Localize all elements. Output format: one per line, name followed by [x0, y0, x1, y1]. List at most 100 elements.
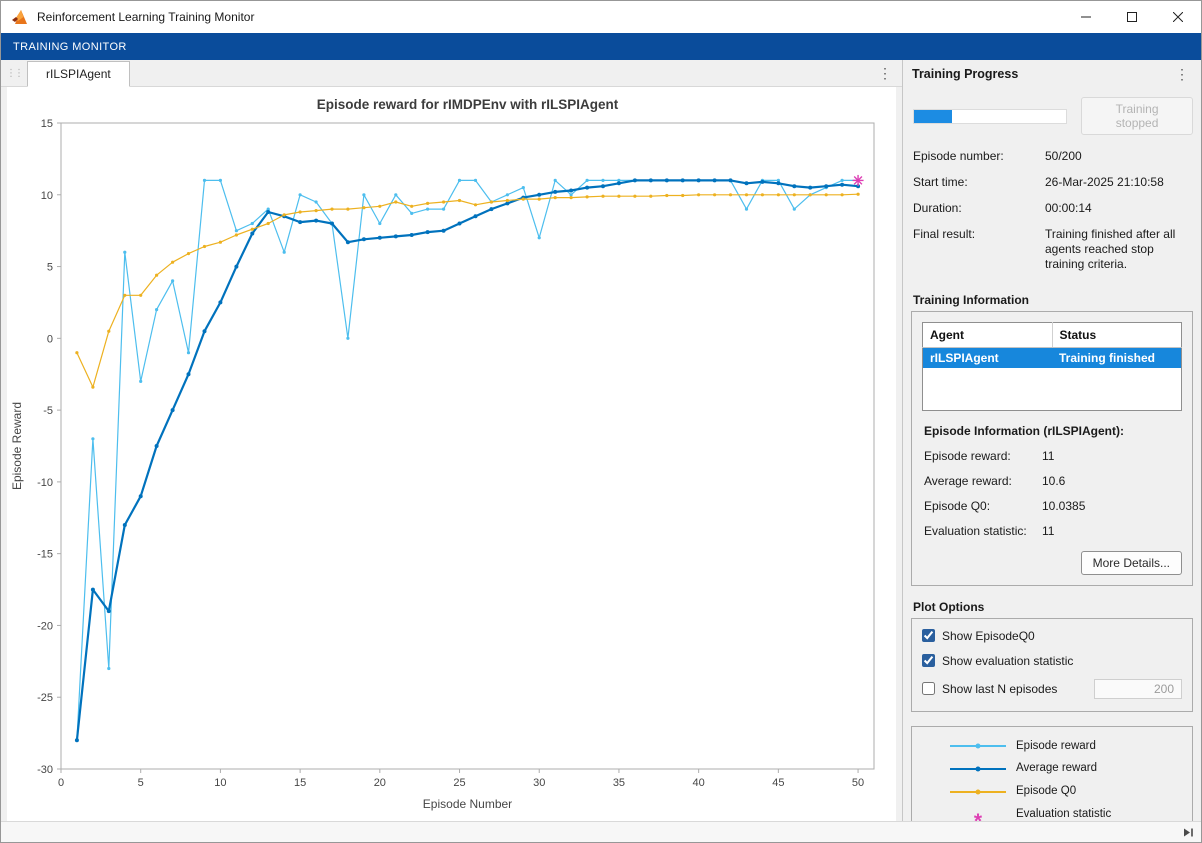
option-label: Show evaluation statistic [942, 654, 1073, 668]
option-label: Show EpisodeQ0 [942, 629, 1035, 643]
agent-status-table: Agent Status rILSPIAgent Training finish… [922, 322, 1182, 411]
training-progress-title: Training Progress [912, 67, 1018, 81]
training-progress-header: Training Progress ⋮ [903, 60, 1201, 87]
option-label: Show last N episodes [942, 682, 1057, 696]
progress-row: Training stopped [913, 97, 1193, 135]
plot-options-title: Plot Options [911, 595, 1193, 618]
agent-cell: rILSPIAgent [923, 348, 1053, 369]
stat-label: Evaluation statistic: [924, 524, 1042, 538]
document-options-kebab-icon[interactable]: ⋮ [868, 66, 902, 80]
titlebar: Reinforcement Learning Training Monitor [1, 1, 1201, 33]
column-header-agent: Agent [923, 323, 1053, 348]
stat-label: Episode reward: [924, 449, 1042, 463]
episode-reward-swatch-icon [950, 739, 1006, 753]
maximize-button[interactable] [1109, 1, 1155, 33]
legend-item: * Evaluation statistic (MeanEpisodeRewar… [950, 807, 1186, 821]
field-value: 50/200 [1045, 149, 1193, 164]
legend-label: Episode reward [1016, 739, 1096, 754]
main-content: ⋮⋮ rILSPIAgent ⋮ 05101520253035404550-30… [1, 60, 1201, 821]
field-label: Start time: [913, 175, 1045, 190]
svg-text:5: 5 [138, 777, 144, 789]
show-evaluation-statistic-checkbox[interactable] [922, 654, 935, 667]
svg-text:-15: -15 [37, 549, 53, 561]
training-stopped-button[interactable]: Training stopped [1081, 97, 1193, 135]
plot-options-section: Show EpisodeQ0 Show evaluation statistic… [911, 618, 1193, 712]
svg-text:-25: -25 [37, 692, 53, 704]
more-details-button[interactable]: More Details... [1081, 551, 1182, 575]
tab-grip-icon: ⋮⋮ [3, 68, 27, 79]
window-title: Reinforcement Learning Training Monitor [37, 10, 254, 24]
svg-text:Episode Reward: Episode Reward [10, 402, 24, 490]
svg-text:Episode reward for rIMDPEnv wi: Episode reward for rIMDPEnv with rILSPIA… [317, 97, 619, 112]
training-progress-body: Training stopped Episode number: 50/200 … [903, 87, 1201, 821]
option-row: Show evaluation statistic [922, 654, 1182, 668]
stat-value: 10.0385 [1042, 499, 1182, 513]
stat-value: 10.6 [1042, 474, 1182, 488]
progress-fields: Episode number: 50/200 Start time: 26-Ma… [913, 149, 1193, 272]
table-row[interactable]: rILSPIAgent Training finished [923, 348, 1182, 369]
svg-text:15: 15 [41, 118, 53, 130]
legend-label: Average reward [1016, 761, 1097, 776]
svg-text:-20: -20 [37, 620, 53, 632]
toolstrip-tab-training-monitor[interactable]: TRAINING MONITOR [1, 41, 139, 53]
field-value: 26-Mar-2025 21:10:58 [1045, 175, 1193, 190]
field-label: Episode number: [913, 149, 1045, 164]
close-button[interactable] [1155, 1, 1201, 33]
svg-text:0: 0 [58, 777, 64, 789]
reward-chart: 05101520253035404550-30-25-20-15-10-5051… [7, 87, 896, 821]
field-label: Duration: [913, 201, 1045, 216]
svg-text:40: 40 [693, 777, 705, 789]
svg-text:25: 25 [453, 777, 465, 789]
episode-q0-swatch-icon [950, 785, 1006, 799]
evaluation-statistic-asterisk-icon: * [950, 815, 1006, 821]
stat-value: 11 [1042, 449, 1182, 463]
show-last-n-episodes-checkbox[interactable] [922, 682, 935, 695]
svg-text:Episode Number: Episode Number [423, 797, 512, 811]
show-episodeq0-checkbox[interactable] [922, 629, 935, 642]
average-reward-swatch-icon [950, 762, 1006, 776]
document-tab-bar: ⋮⋮ rILSPIAgent ⋮ [1, 60, 902, 87]
training-information-title: Training Information [911, 288, 1193, 311]
field-value: Training finished after all agents reach… [1045, 227, 1193, 272]
option-row: Show EpisodeQ0 [922, 629, 1182, 643]
status-cell: Training finished [1052, 348, 1182, 369]
column-header-status: Status [1052, 323, 1182, 348]
svg-text:50: 50 [852, 777, 864, 789]
svg-text:5: 5 [47, 262, 53, 274]
svg-text:-5: -5 [43, 405, 53, 417]
training-progress-kebab-icon[interactable]: ⋮ [1165, 67, 1199, 81]
legend-item: Average reward [950, 761, 1186, 776]
training-information-section: Agent Status rILSPIAgent Training finish… [911, 311, 1193, 586]
legend-item: Episode Q0 [950, 784, 1186, 799]
field-label: Final result: [913, 227, 1045, 272]
svg-text:15: 15 [294, 777, 306, 789]
svg-text:0: 0 [47, 333, 53, 345]
minimize-button[interactable] [1063, 1, 1109, 33]
episode-information-title: Episode Information (rILSPIAgent): [924, 424, 1182, 438]
tab-label: rILSPIAgent [46, 67, 111, 81]
option-row: Show last N episodes [922, 679, 1182, 699]
table-empty-space [923, 368, 1182, 410]
stat-label: Average reward: [924, 474, 1042, 488]
svg-text:45: 45 [772, 777, 784, 789]
figure-area: 05101520253035404550-30-25-20-15-10-5051… [7, 87, 896, 821]
legend-label: Episode Q0 [1016, 784, 1076, 799]
toolstrip: TRAINING MONITOR [1, 33, 1201, 60]
training-progress-bar [913, 109, 1067, 124]
svg-text:-10: -10 [37, 477, 53, 489]
field-value: 00:00:14 [1045, 201, 1193, 216]
svg-text:35: 35 [613, 777, 625, 789]
svg-text:10: 10 [41, 190, 53, 202]
svg-text:-30: -30 [37, 764, 53, 776]
app-window: Reinforcement Learning Training Monitor … [0, 0, 1202, 843]
stat-value: 11 [1042, 524, 1182, 538]
table-header-row: Agent Status [923, 323, 1182, 348]
window-controls [1063, 1, 1201, 33]
matlab-icon [11, 9, 29, 25]
progress-fill [914, 110, 952, 123]
last-n-episodes-input[interactable] [1094, 679, 1182, 699]
tab-rilspiagent[interactable]: rILSPIAgent [27, 61, 130, 87]
svg-text:10: 10 [214, 777, 226, 789]
statusbar-expand-icon[interactable] [1179, 825, 1198, 840]
episode-stats: Episode reward: 11 Average reward: 10.6 … [924, 449, 1182, 538]
